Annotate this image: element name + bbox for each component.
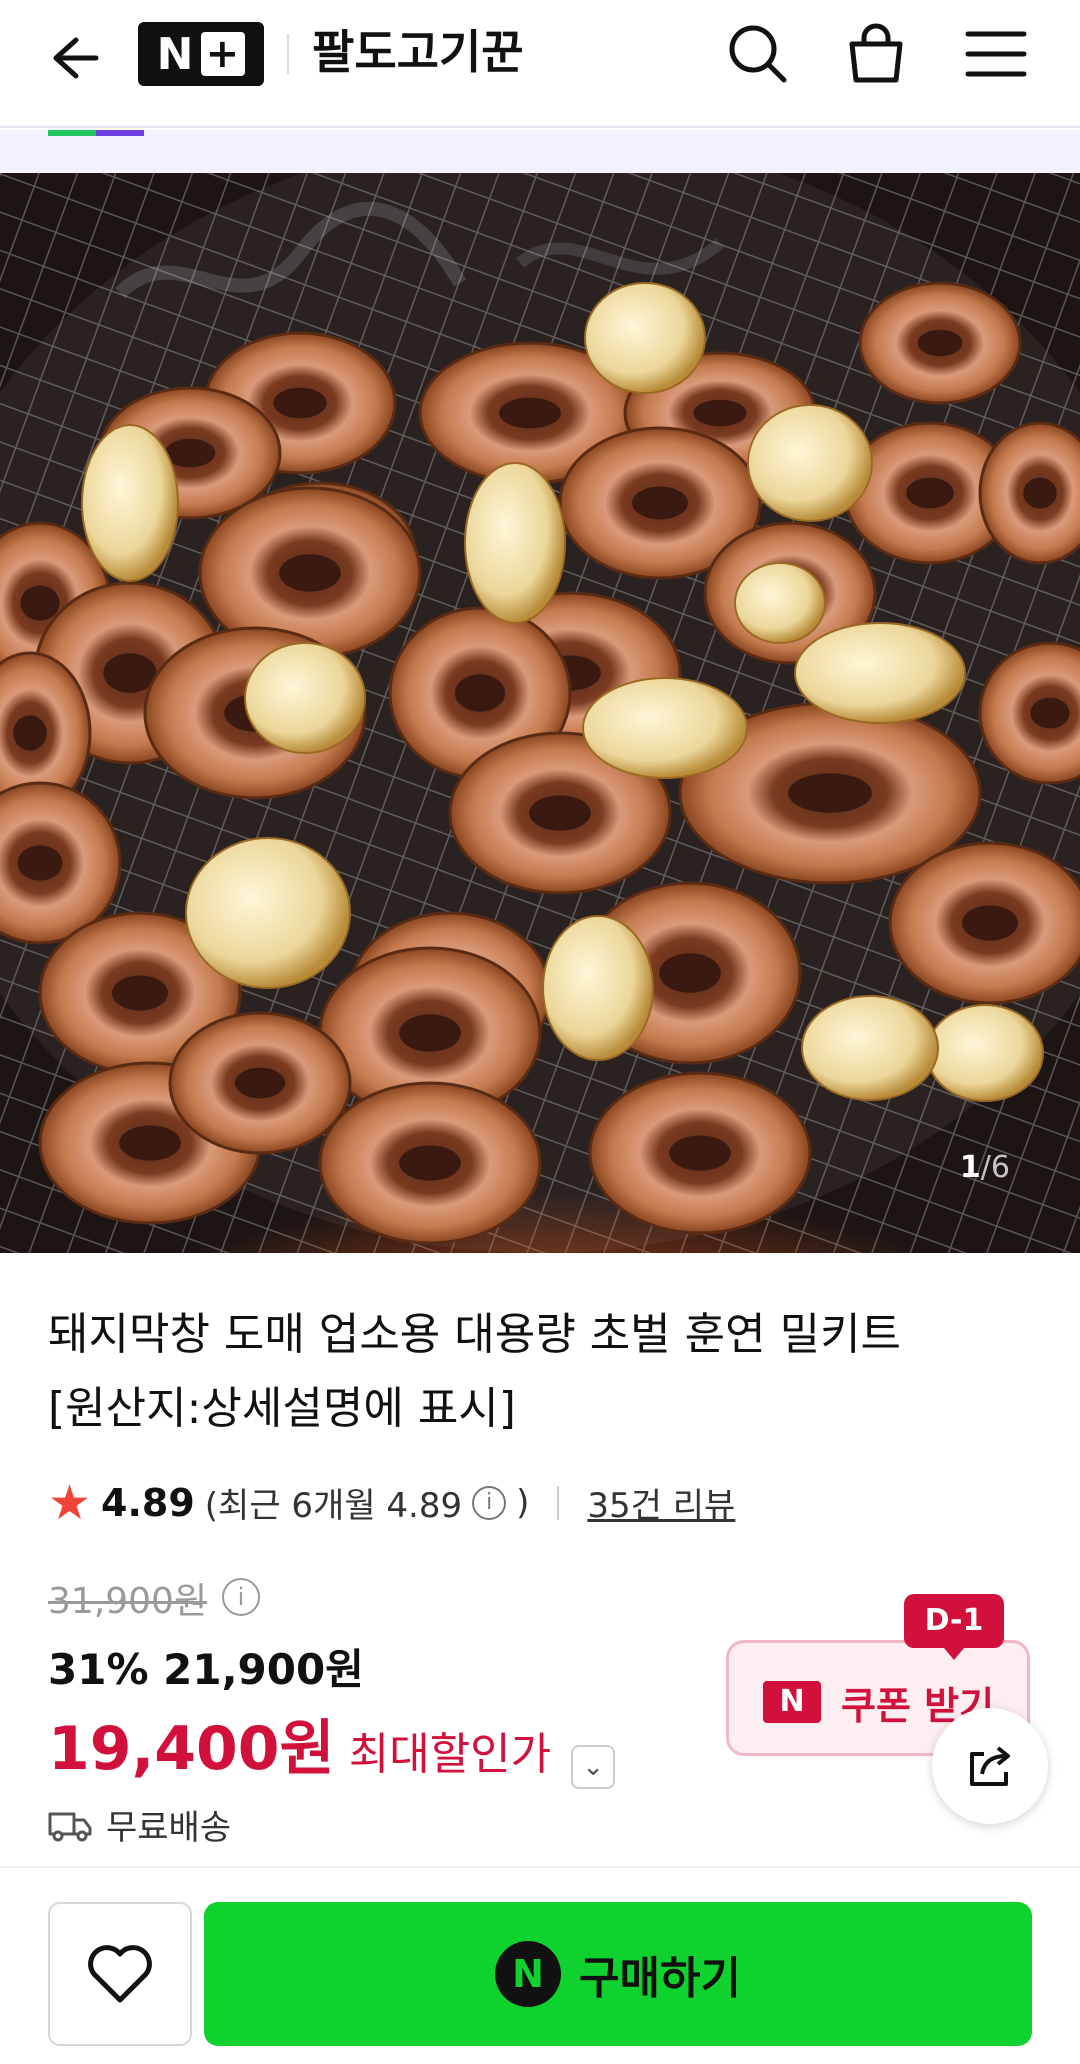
brand-plus: +: [201, 32, 246, 76]
back-button[interactable]: [40, 26, 104, 90]
image-counter-total: /6: [980, 1150, 1010, 1185]
review-count-link[interactable]: 35건 리뷰: [587, 1478, 735, 1527]
max-discount-label: 최대할인가: [348, 1729, 552, 1780]
image-counter-current: 1: [959, 1150, 981, 1185]
rating-score: 4.89: [101, 1480, 195, 1525]
search-button[interactable]: [722, 18, 794, 90]
product-title-line2: [원산지:상세설명에 표시]: [48, 1383, 516, 1434]
max-discount-price: 19,400원: [48, 1714, 335, 1784]
header-divider: [287, 34, 289, 74]
grilled-pork-intestine-photo: [0, 173, 1080, 1253]
brand-letter: N: [156, 28, 196, 80]
product-image[interactable]: [0, 173, 1080, 1253]
bottom-action-bar: N 구매하기: [0, 1866, 1080, 2064]
heart-icon: [88, 1945, 152, 2003]
naver-plus-logo[interactable]: N +: [138, 22, 264, 86]
sale-price: 31% 21,900원: [48, 1645, 364, 1694]
sub-banner-strip: [0, 130, 1080, 172]
original-price: 31,900원: [48, 1581, 208, 1622]
arrow-left-icon: [53, 37, 99, 79]
image-counter: 1/6: [960, 1150, 1010, 1185]
share-icon: [970, 1746, 1010, 1786]
coupon-dday-badge: D-1: [904, 1594, 1004, 1660]
buy-button-label: 구매하기: [579, 1953, 741, 2004]
top-header: N + 팔도고기꾼: [0, 0, 1080, 128]
max-discount-price-row[interactable]: 19,400원 최대할인가 ⌄: [48, 1700, 616, 1789]
buy-button[interactable]: N 구매하기: [204, 1902, 1032, 2046]
chevron-down-icon[interactable]: ⌄: [571, 1745, 616, 1789]
info-icon[interactable]: i: [472, 1485, 507, 1520]
delivery-text: 무료배송: [106, 1808, 232, 1848]
menu-button[interactable]: [960, 18, 1032, 90]
banner-chip: [48, 130, 144, 136]
star-icon: ★: [48, 1474, 92, 1531]
recent-rating-close: ): [516, 1482, 530, 1523]
truck-icon: [48, 1812, 92, 1841]
search-icon: [729, 25, 787, 83]
naver-pay-logo-icon: N: [763, 1681, 821, 1723]
rating-row: ★ 4.89 (최근 6개월 4.89 i ) 35건 리뷰: [48, 1478, 735, 1527]
price-info-icon[interactable]: i: [222, 1578, 260, 1616]
cart-button[interactable]: [840, 18, 912, 90]
naver-n-logo-icon: N: [495, 1941, 562, 2007]
shopping-bag-icon: [849, 23, 903, 83]
product-title-line1: 돼지막창 도매 업소용 대용량 초벌 훈연 밀키트: [48, 1309, 902, 1360]
recent-rating-text: (최근 6개월 4.89: [204, 1486, 463, 1526]
rating-divider: [557, 1485, 560, 1520]
share-button[interactable]: [932, 1708, 1048, 1824]
wishlist-button[interactable]: [48, 1902, 192, 2046]
product-title: 돼지막창 도매 업소용 대용량 초벌 훈연 밀키트 [원산지:상세설명에 표시]: [48, 1298, 1028, 1446]
delivery-info: 무료배송: [48, 1800, 231, 1849]
store-name[interactable]: 팔도고기꾼: [312, 20, 524, 84]
menu-icon: [965, 31, 1027, 77]
